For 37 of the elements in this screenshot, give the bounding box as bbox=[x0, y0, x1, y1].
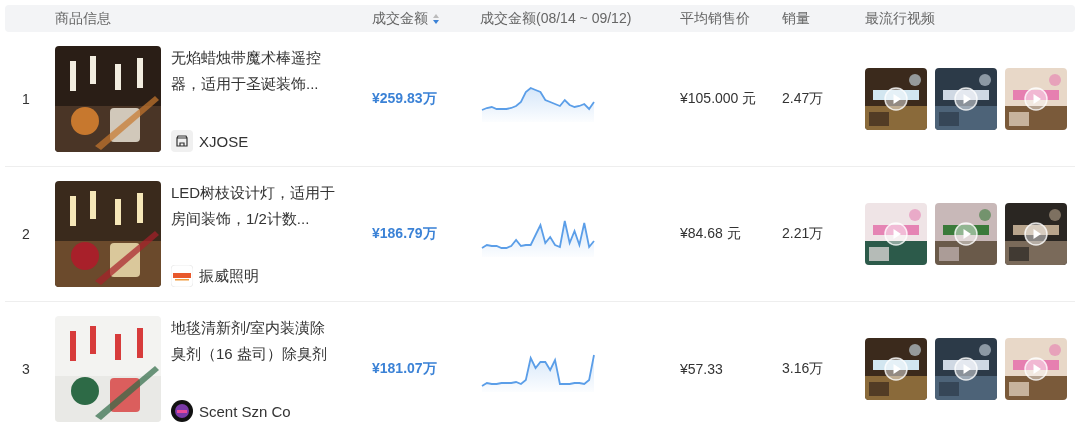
play-icon[interactable] bbox=[1024, 87, 1048, 111]
sales-amount: ¥181.07万 bbox=[372, 360, 437, 376]
average-price: ¥57.33 bbox=[680, 361, 723, 377]
shop-name[interactable]: XJOSE bbox=[199, 132, 249, 150]
average-price: ¥84.68 元 bbox=[680, 225, 741, 241]
shop-name[interactable]: 振威照明 bbox=[199, 266, 259, 286]
product-title[interactable]: 无焰蜡烛带魔术棒遥控器，适用于圣诞装饰... bbox=[171, 45, 337, 97]
column-header[interactable]: 成交金额 bbox=[372, 9, 428, 28]
product-title[interactable]: 地毯清新剂/室内装潢除臭剂（16 盎司）除臭剂 bbox=[171, 315, 337, 367]
brand-logo-icon bbox=[171, 265, 193, 287]
sales-amount: ¥186.79万 bbox=[372, 225, 437, 241]
column-header: 平均销售价 bbox=[680, 9, 750, 28]
sales-volume: 2.21万 bbox=[782, 225, 824, 241]
sales-volume: 2.47万 bbox=[782, 90, 824, 106]
shop-name[interactable]: Scent Szn Co bbox=[199, 402, 291, 420]
play-icon[interactable] bbox=[954, 87, 978, 111]
play-icon[interactable] bbox=[1024, 222, 1048, 246]
play-icon[interactable] bbox=[1024, 357, 1048, 381]
column-header: 商品信息 bbox=[55, 9, 111, 28]
rank-number: 3 bbox=[21, 361, 31, 377]
rank-number: 1 bbox=[21, 91, 31, 107]
play-icon[interactable] bbox=[884, 357, 908, 381]
rank-number: 2 bbox=[21, 226, 31, 242]
play-icon[interactable] bbox=[954, 222, 978, 246]
sales-volume: 3.16万 bbox=[782, 360, 824, 376]
average-price: ¥105.000 元 bbox=[680, 90, 757, 106]
sort-icon[interactable] bbox=[432, 12, 440, 25]
store-icon bbox=[171, 130, 193, 152]
play-icon[interactable] bbox=[954, 357, 978, 381]
column-header: 最流行视频 bbox=[865, 9, 935, 28]
column-header: 销量 bbox=[782, 9, 810, 28]
play-icon[interactable] bbox=[884, 87, 908, 111]
product-title[interactable]: LED树枝设计灯，适用于房间装饰，1/2计数... bbox=[171, 180, 337, 232]
sales-amount: ¥259.83万 bbox=[372, 90, 437, 106]
brand-logo-icon bbox=[171, 400, 193, 422]
column-header: 成交金额(08/14 ~ 09/12) bbox=[480, 9, 632, 28]
play-icon[interactable] bbox=[884, 222, 908, 246]
